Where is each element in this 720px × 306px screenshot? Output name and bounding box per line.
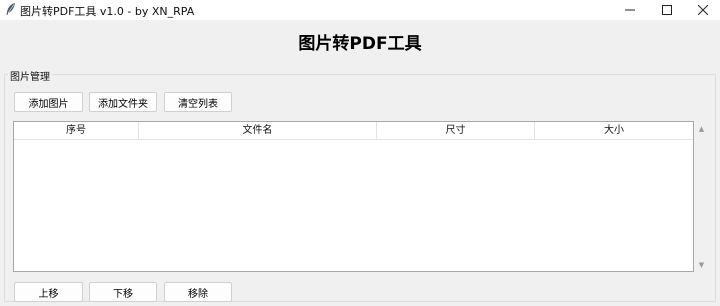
column-header-dimensions[interactable]: 尺寸 — [377, 122, 535, 140]
scroll-down-arrow-icon[interactable]: ▼ — [695, 259, 708, 271]
feather-app-icon — [6, 3, 15, 15]
maximize-icon — [662, 5, 672, 15]
add-folder-button[interactable]: 添加文件夹 — [89, 92, 157, 112]
maximize-button[interactable] — [647, 0, 687, 20]
clear-list-button[interactable]: 清空列表 — [164, 92, 232, 112]
minimize-button[interactable] — [610, 0, 650, 20]
column-header-filename[interactable]: 文件名 — [139, 122, 377, 140]
table-vertical-scrollbar[interactable]: ▲ ▼ — [695, 121, 708, 272]
close-icon — [698, 5, 708, 15]
window-title: 图片转PDF工具 v1.0 - by XN_RPA — [20, 5, 195, 18]
move-up-button[interactable]: 上移 — [14, 282, 83, 302]
scroll-up-arrow-icon[interactable]: ▲ — [695, 123, 708, 135]
table-header-row: 序号 文件名 尺寸 大小 — [14, 122, 693, 140]
add-image-button[interactable]: 添加图片 — [14, 92, 83, 112]
column-header-index[interactable]: 序号 — [14, 122, 139, 140]
image-manager-group-label: 图片管理 — [8, 68, 52, 83]
remove-button[interactable]: 移除 — [164, 282, 232, 302]
image-list-table[interactable]: 序号 文件名 尺寸 大小 — [13, 121, 694, 272]
title-bar[interactable]: 图片转PDF工具 v1.0 - by XN_RPA — [0, 0, 720, 20]
app-window: 图片转PDF工具 v1.0 - by XN_RPA 图片转PDF工具 图片管理 … — [0, 0, 720, 306]
column-header-size[interactable]: 大小 — [535, 122, 693, 140]
minimize-icon — [625, 9, 635, 11]
close-button[interactable] — [683, 0, 720, 20]
page-title: 图片转PDF工具 — [298, 34, 422, 54]
move-down-button[interactable]: 下移 — [89, 282, 157, 302]
